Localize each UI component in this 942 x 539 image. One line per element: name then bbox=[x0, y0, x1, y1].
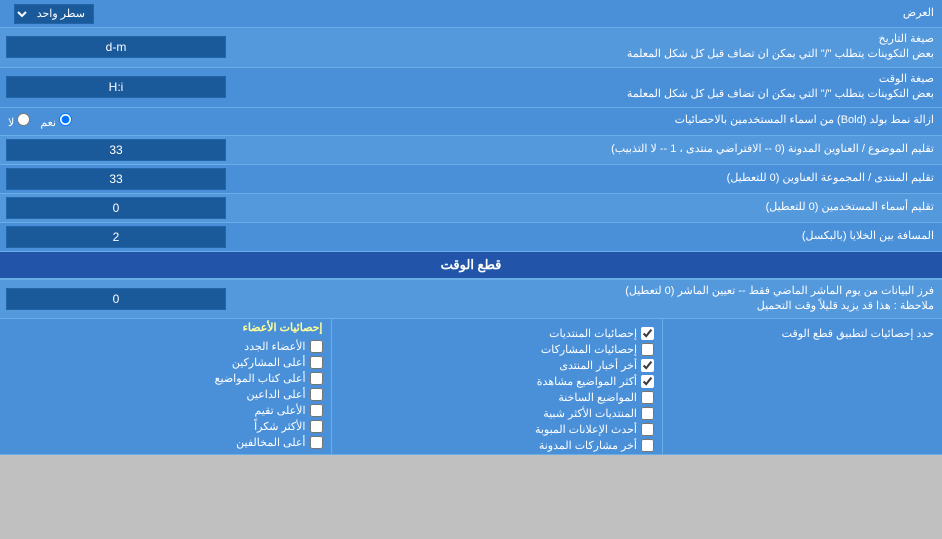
cutoff-input-cell bbox=[0, 285, 280, 313]
check-new-members-input[interactable] bbox=[310, 340, 323, 353]
cell-spacing-row: المسافة بين الخلايا (بالبكسل) bbox=[0, 223, 942, 252]
radio-yes-label[interactable]: نعم bbox=[40, 113, 72, 129]
check-most-viewed-label: أكثر المواضيع مشاهدة bbox=[537, 375, 637, 388]
col2-header: إحصائيات الأعضاء bbox=[0, 319, 331, 338]
col2-items: الأعضاء الجدد أعلى المشاركين أعلى كتاب ا… bbox=[0, 338, 331, 451]
main-container: العرض سطر واحد سطرين ثلاثة أسطر صيغة الت… bbox=[0, 0, 942, 455]
check-classified-ads-input[interactable] bbox=[641, 423, 654, 436]
check-forum-stats: إحصائيات المنتديات bbox=[340, 327, 655, 340]
time-format-row: صيغة الوقت بعض التكوينات يتطلب "/" التي … bbox=[0, 68, 942, 108]
check-blog-posts-label: أخر مشاركات المدونة bbox=[539, 439, 637, 452]
time-format-input-cell bbox=[0, 73, 280, 101]
check-top-rated-input[interactable] bbox=[310, 404, 323, 417]
check-new-members: الأعضاء الجدد bbox=[8, 340, 323, 353]
check-hot-topics-label: المواضيع الساخنة bbox=[558, 391, 637, 404]
bold-label: ازالة نمط بولد (Bold) من اسماء المستخدمي… bbox=[80, 109, 942, 132]
display-input-cell: سطر واحد سطرين ثلاثة أسطر bbox=[0, 1, 280, 27]
checkbox-col-2: إحصائيات الأعضاء الأعضاء الجدد أعلى المش… bbox=[0, 319, 331, 454]
cell-spacing-input[interactable] bbox=[6, 226, 226, 248]
date-format-label: صيغة التاريخ بعض التكوينات يتطلب "/" الت… bbox=[280, 28, 942, 67]
date-format-input[interactable] bbox=[6, 36, 226, 58]
trim-username-input[interactable] bbox=[6, 197, 226, 219]
cell-spacing-input-cell bbox=[0, 223, 280, 251]
bold-row: ازالة نمط بولد (Bold) من اسماء المستخدمي… bbox=[0, 108, 942, 136]
cutoff-input[interactable] bbox=[6, 288, 226, 310]
check-top-rated-label: الأعلى تقيم bbox=[254, 404, 305, 417]
check-top-inviters-input[interactable] bbox=[310, 388, 323, 401]
time-format-label: صيغة الوقت بعض التكوينات يتطلب "/" التي … bbox=[280, 68, 942, 107]
check-most-thanked-input[interactable] bbox=[310, 420, 323, 433]
stats-limit-label: حدد إحصائيات لتطبيق قطع الوقت bbox=[662, 319, 942, 454]
check-most-viewed-input[interactable] bbox=[641, 375, 654, 388]
date-format-row: صيغة التاريخ بعض التكوينات يتطلب "/" الت… bbox=[0, 28, 942, 68]
check-most-thanked: الأكثر شكراً bbox=[8, 420, 323, 433]
trim-topic-row: تقليم الموضوع / العناوين المدونة (0 -- ا… bbox=[0, 136, 942, 165]
cell-spacing-label: المسافة بين الخلايا (بالبكسل) bbox=[280, 225, 942, 248]
check-hot-topics-input[interactable] bbox=[641, 391, 654, 404]
check-top-posters: أعلى المشاركين bbox=[8, 356, 323, 369]
check-classified-ads: أحدث الإعلانات المبوبة bbox=[340, 423, 655, 436]
checkboxes-container: إحصائيات المنتديات إحصائيات المشاركات أخ… bbox=[0, 319, 662, 454]
check-similar-forums: المنتديات الأكثر شبية bbox=[340, 407, 655, 420]
check-blog-posts: أخر مشاركات المدونة bbox=[340, 439, 655, 452]
check-classified-ads-label: أحدث الإعلانات المبوبة bbox=[535, 423, 637, 436]
check-similar-forums-label: المنتديات الأكثر شبية bbox=[543, 407, 637, 420]
radio-yes-input[interactable] bbox=[59, 113, 72, 126]
trim-username-row: تقليم أسماء المستخدمين (0 للتعطيل) bbox=[0, 194, 942, 223]
display-row: العرض سطر واحد سطرين ثلاثة أسطر bbox=[0, 0, 942, 28]
trim-username-input-cell bbox=[0, 194, 280, 222]
check-forum-news: أخر أخبار المنتدى bbox=[340, 359, 655, 372]
check-top-authors-label: أعلى كتاب المواضيع bbox=[215, 372, 306, 385]
trim-topic-label: تقليم الموضوع / العناوين المدونة (0 -- ا… bbox=[280, 138, 942, 161]
check-top-inviters-label: أعلى الداعين bbox=[247, 388, 306, 401]
check-most-thanked-label: الأكثر شكراً bbox=[254, 420, 305, 433]
check-top-violators-input[interactable] bbox=[310, 436, 323, 449]
col1-items: إحصائيات المنتديات إحصائيات المشاركات أخ… bbox=[332, 325, 663, 454]
check-similar-forums-input[interactable] bbox=[641, 407, 654, 420]
check-blog-posts-input[interactable] bbox=[641, 439, 654, 452]
check-forum-stats-input[interactable] bbox=[641, 327, 654, 340]
check-top-inviters: أعلى الداعين bbox=[8, 388, 323, 401]
check-post-stats: إحصائيات المشاركات bbox=[340, 343, 655, 356]
cutoff-section-header: قطع الوقت bbox=[0, 252, 942, 280]
check-top-rated: الأعلى تقيم bbox=[8, 404, 323, 417]
display-label: العرض bbox=[280, 2, 942, 25]
display-select[interactable]: سطر واحد سطرين ثلاثة أسطر bbox=[14, 4, 94, 24]
check-post-stats-input[interactable] bbox=[641, 343, 654, 356]
trim-forum-input-cell bbox=[0, 165, 280, 193]
time-format-input[interactable] bbox=[6, 76, 226, 98]
bold-radio-group: نعم لا bbox=[0, 109, 80, 133]
check-hot-topics: المواضيع الساخنة bbox=[340, 391, 655, 404]
check-forum-news-input[interactable] bbox=[641, 359, 654, 372]
check-post-stats-label: إحصائيات المشاركات bbox=[541, 343, 637, 356]
checkbox-col-1: إحصائيات المنتديات إحصائيات المشاركات أخ… bbox=[331, 319, 663, 454]
trim-topic-input[interactable] bbox=[6, 139, 226, 161]
trim-forum-row: تقليم المنتدى / المجموعة العناوين (0 للت… bbox=[0, 165, 942, 194]
check-top-posters-input[interactable] bbox=[310, 356, 323, 369]
trim-username-label: تقليم أسماء المستخدمين (0 للتعطيل) bbox=[280, 196, 942, 219]
check-new-members-label: الأعضاء الجدد bbox=[244, 340, 305, 353]
radio-no-input[interactable] bbox=[17, 113, 30, 126]
stats-limit-container: حدد إحصائيات لتطبيق قطع الوقت إحصائيات ا… bbox=[0, 319, 942, 455]
trim-topic-input-cell bbox=[0, 136, 280, 164]
cutoff-row: فرز البيانات من يوم الماشر الماضي فقط --… bbox=[0, 280, 942, 320]
check-forum-news-label: أخر أخبار المنتدى bbox=[559, 359, 637, 372]
check-most-viewed: أكثر المواضيع مشاهدة bbox=[340, 375, 655, 388]
check-top-posters-label: أعلى المشاركين bbox=[232, 356, 306, 369]
trim-forum-input[interactable] bbox=[6, 168, 226, 190]
radio-no-label[interactable]: لا bbox=[8, 113, 30, 129]
check-forum-stats-label: إحصائيات المنتديات bbox=[549, 327, 637, 340]
check-top-authors-input[interactable] bbox=[310, 372, 323, 385]
cutoff-label: فرز البيانات من يوم الماشر الماضي فقط --… bbox=[280, 280, 942, 319]
trim-forum-label: تقليم المنتدى / المجموعة العناوين (0 للت… bbox=[280, 167, 942, 190]
date-format-input-cell bbox=[0, 33, 280, 61]
check-top-authors: أعلى كتاب المواضيع bbox=[8, 372, 323, 385]
check-top-violators-label: أعلى المخالفين bbox=[236, 436, 305, 449]
check-top-violators: أعلى المخالفين bbox=[8, 436, 323, 449]
